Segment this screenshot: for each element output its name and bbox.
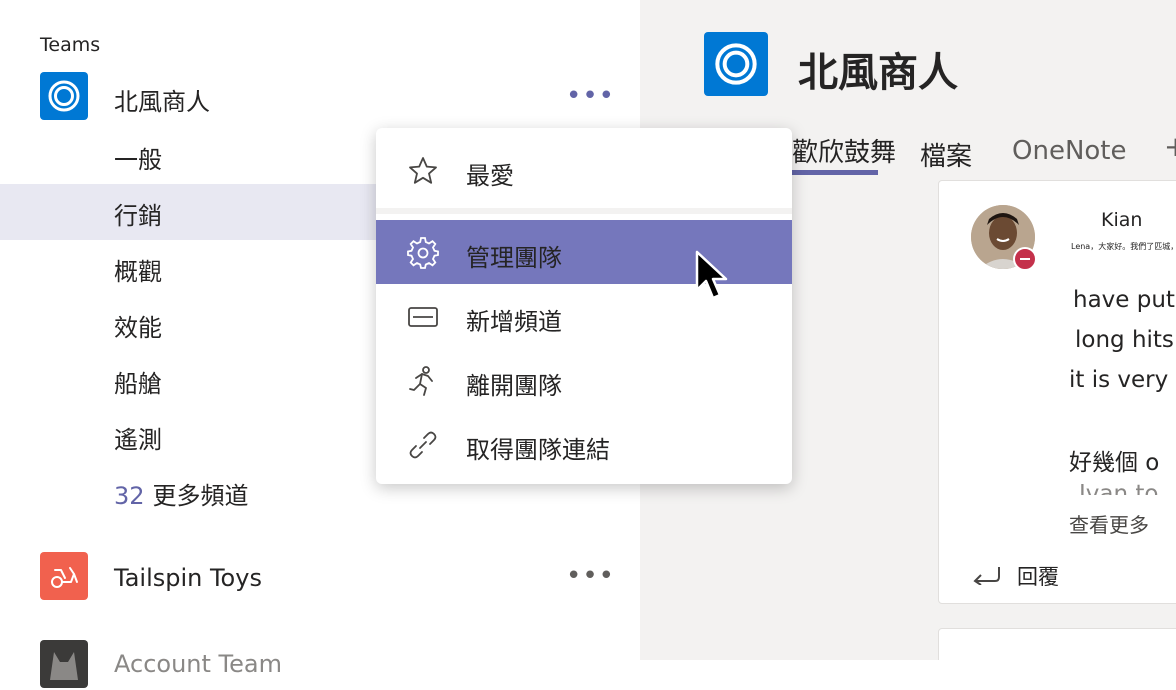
channel-label: 遙測 [114, 426, 162, 454]
post-author: Kian [1101, 209, 1143, 231]
menu-item-favorite[interactable]: 最愛 [376, 138, 792, 202]
gear-icon [407, 237, 439, 269]
menu-item-leave-team[interactable]: 離開團隊 [376, 348, 792, 412]
post-text-line: Ivan to [1079, 481, 1159, 495]
post-card: Kian Lena，大家好。我們了匹城，暴幾 have put long hit… [938, 180, 1176, 604]
mouse-cursor-icon [695, 250, 728, 300]
channel-label: 效能 [114, 314, 162, 342]
more-channels-count: 32 [114, 482, 145, 510]
team-more-options-button[interactable]: ••• [566, 83, 614, 109]
add-tab-button[interactable]: + [1164, 130, 1176, 163]
team-row-northwind[interactable]: 北風商人 ••• [0, 72, 640, 122]
leave-icon [409, 366, 433, 396]
header-team-logo-icon [704, 32, 768, 96]
link-icon [409, 431, 437, 459]
team-row-tailspin[interactable]: Tailspin Toys ••• [0, 552, 640, 602]
menu-item-label: 新增頻道 [466, 308, 562, 336]
team-options-menu: 最愛 管理團隊 新增頻道 離開團隊 取得團隊連結 [376, 128, 792, 484]
reply-icon[interactable] [971, 563, 1001, 585]
post-card [938, 628, 1176, 660]
team-name: Account Team [114, 650, 282, 678]
post-text-line: have put [1073, 287, 1175, 313]
channel-label: 一般 [114, 146, 162, 174]
channel-label: 行銷 [114, 202, 162, 230]
presence-busy-icon [1013, 247, 1037, 271]
tailspin-logo-icon [40, 552, 88, 600]
menu-item-label: 最愛 [466, 162, 514, 190]
tab-files[interactable]: 檔案 [920, 136, 972, 173]
channel-label: 概觀 [114, 258, 162, 286]
menu-item-label: 管理團隊 [466, 244, 562, 272]
reply-button[interactable]: 回覆 [1017, 561, 1059, 591]
tab-onenote[interactable]: OneNote [1012, 136, 1127, 166]
team-more-options-button[interactable]: ••• [566, 563, 614, 589]
post-text-line: long hits [1075, 327, 1174, 353]
team-name: Tailspin Toys [114, 564, 262, 592]
teams-heading: Teams [40, 34, 101, 56]
active-tab-indicator [788, 170, 878, 175]
more-channels-label: 更多頻道 [152, 482, 249, 510]
post-preview-text: Lena，大家好。我們了匹城，暴幾 [1071, 242, 1176, 251]
post-text-line: it is very [1069, 367, 1169, 393]
channel-label: 船艙 [114, 370, 162, 398]
team-name: 北風商人 [114, 88, 210, 116]
see-more-link[interactable]: 查看更多 [1069, 509, 1149, 538]
post-text-line: 好幾個 o [1069, 450, 1160, 476]
account-team-logo-icon [40, 640, 88, 688]
menu-item-label: 離開團隊 [466, 372, 562, 400]
northwind-logo-icon [40, 72, 88, 120]
menu-item-label: 取得團隊連結 [466, 436, 610, 464]
channel-icon [408, 307, 438, 327]
tab-celebrate[interactable]: 歡欣鼓舞 [792, 132, 896, 169]
team-row-account[interactable]: Account Team [0, 640, 640, 690]
page-title: 北風商人 [798, 50, 958, 96]
menu-divider [376, 208, 792, 214]
star-icon [409, 157, 437, 184]
menu-item-get-link[interactable]: 取得團隊連結 [376, 412, 792, 476]
